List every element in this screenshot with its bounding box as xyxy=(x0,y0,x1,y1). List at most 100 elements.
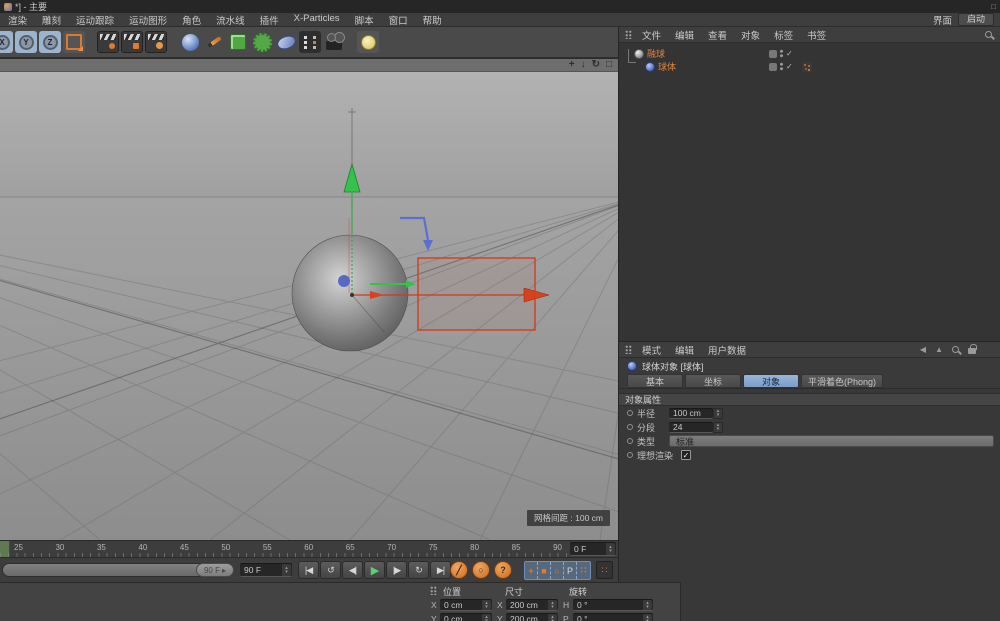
render-settings-icon[interactable] xyxy=(145,31,167,53)
om-menu-file[interactable]: 文件 xyxy=(642,28,661,42)
render-picture-viewer-icon[interactable] xyxy=(121,31,143,53)
menubar-item[interactable]: 运动图形 xyxy=(129,13,167,27)
object-name[interactable]: 球体 xyxy=(658,60,676,73)
axis-y-lock-icon[interactable]: Y xyxy=(15,31,37,53)
next-key-button[interactable]: ↻ xyxy=(408,561,429,579)
menubar-item[interactable]: 角色 xyxy=(182,13,201,27)
tab-coordinates[interactable]: 坐标 xyxy=(685,374,741,388)
layer-box-icon[interactable] xyxy=(769,50,777,58)
tab-basic[interactable]: 基本 xyxy=(627,374,683,388)
om-menu-bookmark[interactable]: 书签 xyxy=(807,28,826,42)
object-name[interactable]: 融球 xyxy=(647,47,665,60)
history-back-icon[interactable]: ◀ xyxy=(920,345,926,354)
origin-point[interactable] xyxy=(338,275,350,287)
menubar-item[interactable]: 窗口 xyxy=(389,13,408,27)
play-button[interactable]: ▶ xyxy=(364,561,385,579)
layout-dropdown[interactable]: 启动 xyxy=(958,13,994,26)
keyframe-dot-icon[interactable] xyxy=(627,452,633,458)
keyframe-dot-icon[interactable] xyxy=(627,438,633,444)
om-menu-view[interactable]: 查看 xyxy=(708,28,727,42)
viewport-toggle-icon[interactable]: □ xyxy=(606,60,612,70)
enable-check-icon[interactable]: ✓ xyxy=(786,49,793,58)
record-keyframe-button[interactable]: ╱ xyxy=(450,561,468,579)
menubar-item[interactable]: 帮助 xyxy=(423,13,442,27)
green-gear-icon[interactable] xyxy=(251,31,273,53)
radius-input[interactable]: 100 cm xyxy=(669,408,713,419)
type-dropdown[interactable]: 标准 xyxy=(669,435,994,447)
current-frame-field[interactable]: 0 F ▴▾ xyxy=(570,542,616,556)
axis-z-lock-icon[interactable]: Z xyxy=(39,31,61,53)
layer-box-icon[interactable] xyxy=(769,63,777,71)
camera-icon[interactable] xyxy=(323,31,345,53)
green-cube-icon[interactable] xyxy=(227,31,249,53)
menubar-item[interactable]: 运动跟踪 xyxy=(76,13,114,27)
gap[interactable] xyxy=(346,31,356,53)
panel-grip-icon[interactable] xyxy=(625,30,632,39)
menubar-item[interactable]: 流水线 xyxy=(216,13,245,27)
position-x-input[interactable]: 0 cm▴▾ xyxy=(440,599,492,611)
material-sphere-icon[interactable] xyxy=(179,31,201,53)
record-scale-toggle[interactable]: ■ xyxy=(538,562,551,579)
radius-stepper[interactable]: ▴▾ xyxy=(713,408,723,419)
rotation-h-input[interactable]: 0 °▴▾ xyxy=(573,599,653,611)
render-view-icon[interactable] xyxy=(97,31,119,53)
shell-icon[interactable] xyxy=(275,31,297,53)
object-row-metaball[interactable]: 融球 ✓ xyxy=(619,47,1000,60)
keyframe-dot-icon[interactable] xyxy=(627,410,633,416)
viewport-move-icon[interactable]: + xyxy=(569,60,575,70)
keyframe-dot-icon[interactable] xyxy=(627,424,633,430)
size-x-input[interactable]: 200 cm▴▾ xyxy=(506,599,558,611)
segments-stepper[interactable]: ▴▾ xyxy=(713,422,723,433)
position-y-input[interactable]: 0 cm▴▾ xyxy=(440,613,492,621)
prev-frame-button[interactable]: ◀| xyxy=(342,561,363,579)
viewport-zoom-icon[interactable]: ↓ xyxy=(581,60,586,70)
size-y-input[interactable]: 200 cm▴▾ xyxy=(506,613,558,621)
light-icon[interactable] xyxy=(357,31,379,53)
history-up-icon[interactable]: ▲ xyxy=(935,345,943,354)
gap[interactable] xyxy=(86,31,96,53)
record-rotation-toggle[interactable]: ○ xyxy=(551,562,564,579)
gap[interactable] xyxy=(168,31,178,53)
tab-object[interactable]: 对象 xyxy=(743,374,799,388)
ideal-render-checkbox[interactable]: ✓ xyxy=(681,450,691,460)
menubar-item[interactable]: X-Particles xyxy=(294,13,340,27)
frame-stepper[interactable]: ▴▾ xyxy=(606,543,615,555)
range-slider-handle[interactable]: 90 F▸ xyxy=(196,563,234,577)
particle-tag-icon[interactable] xyxy=(802,62,812,72)
end-frame-stepper[interactable]: ▴▾ xyxy=(282,564,291,576)
axis-x-lock-icon[interactable]: X xyxy=(0,31,13,53)
om-menu-tag[interactable]: 标签 xyxy=(774,28,793,42)
timeline-ruler[interactable]: 2530354045505560657075808590 0 F ▴▾ xyxy=(0,540,618,557)
om-menu-edit[interactable]: 编辑 xyxy=(675,28,694,42)
menubar-item[interactable]: 渲染 xyxy=(8,13,27,27)
goto-start-button[interactable]: |◀ xyxy=(298,561,319,579)
record-parameter-toggle[interactable]: P xyxy=(564,562,577,579)
viewport-rotate-icon[interactable]: ↻ xyxy=(592,60,600,70)
lock-icon[interactable] xyxy=(968,348,976,354)
om-menu-object[interactable]: 对象 xyxy=(741,28,760,42)
menubar-item[interactable]: 脚本 xyxy=(355,13,374,27)
visibility-dots-icon[interactable] xyxy=(780,62,783,71)
segments-input[interactable]: 24 xyxy=(669,422,713,433)
prev-key-button[interactable]: ↺ xyxy=(320,561,341,579)
am-menu-edit[interactable]: 编辑 xyxy=(675,343,694,357)
am-menu-mode[interactable]: 模式 xyxy=(642,343,661,357)
visibility-dots-icon[interactable] xyxy=(780,49,783,58)
menubar-item[interactable]: 雕刻 xyxy=(42,13,61,27)
timeline-options-button[interactable]: ∷ xyxy=(596,561,613,579)
end-frame-field[interactable]: 90 F ▴▾ xyxy=(240,563,292,577)
search-icon[interactable] xyxy=(985,31,992,38)
viewport-canvas[interactable]: 网格间距 : 100 cm xyxy=(0,72,618,540)
object-row-sphere[interactable]: 球体 ✓ xyxy=(619,60,1000,73)
record-position-toggle[interactable]: + xyxy=(525,562,538,579)
am-menu-userdata[interactable]: 用户数据 xyxy=(708,343,746,357)
goto-end-button[interactable]: ▶| xyxy=(430,561,451,579)
panel-grip-icon[interactable] xyxy=(430,586,437,595)
tab-phong[interactable]: 平滑着色(Phong) xyxy=(801,374,883,388)
keyframe-options-button[interactable]: ? xyxy=(494,561,512,579)
panel-grip-icon[interactable] xyxy=(625,345,632,354)
window-restore-icon[interactable]: □ xyxy=(991,2,996,11)
search-icon[interactable] xyxy=(952,346,959,353)
plane-handle-frame[interactable] xyxy=(418,258,535,330)
sphere-object[interactable] xyxy=(292,235,408,351)
